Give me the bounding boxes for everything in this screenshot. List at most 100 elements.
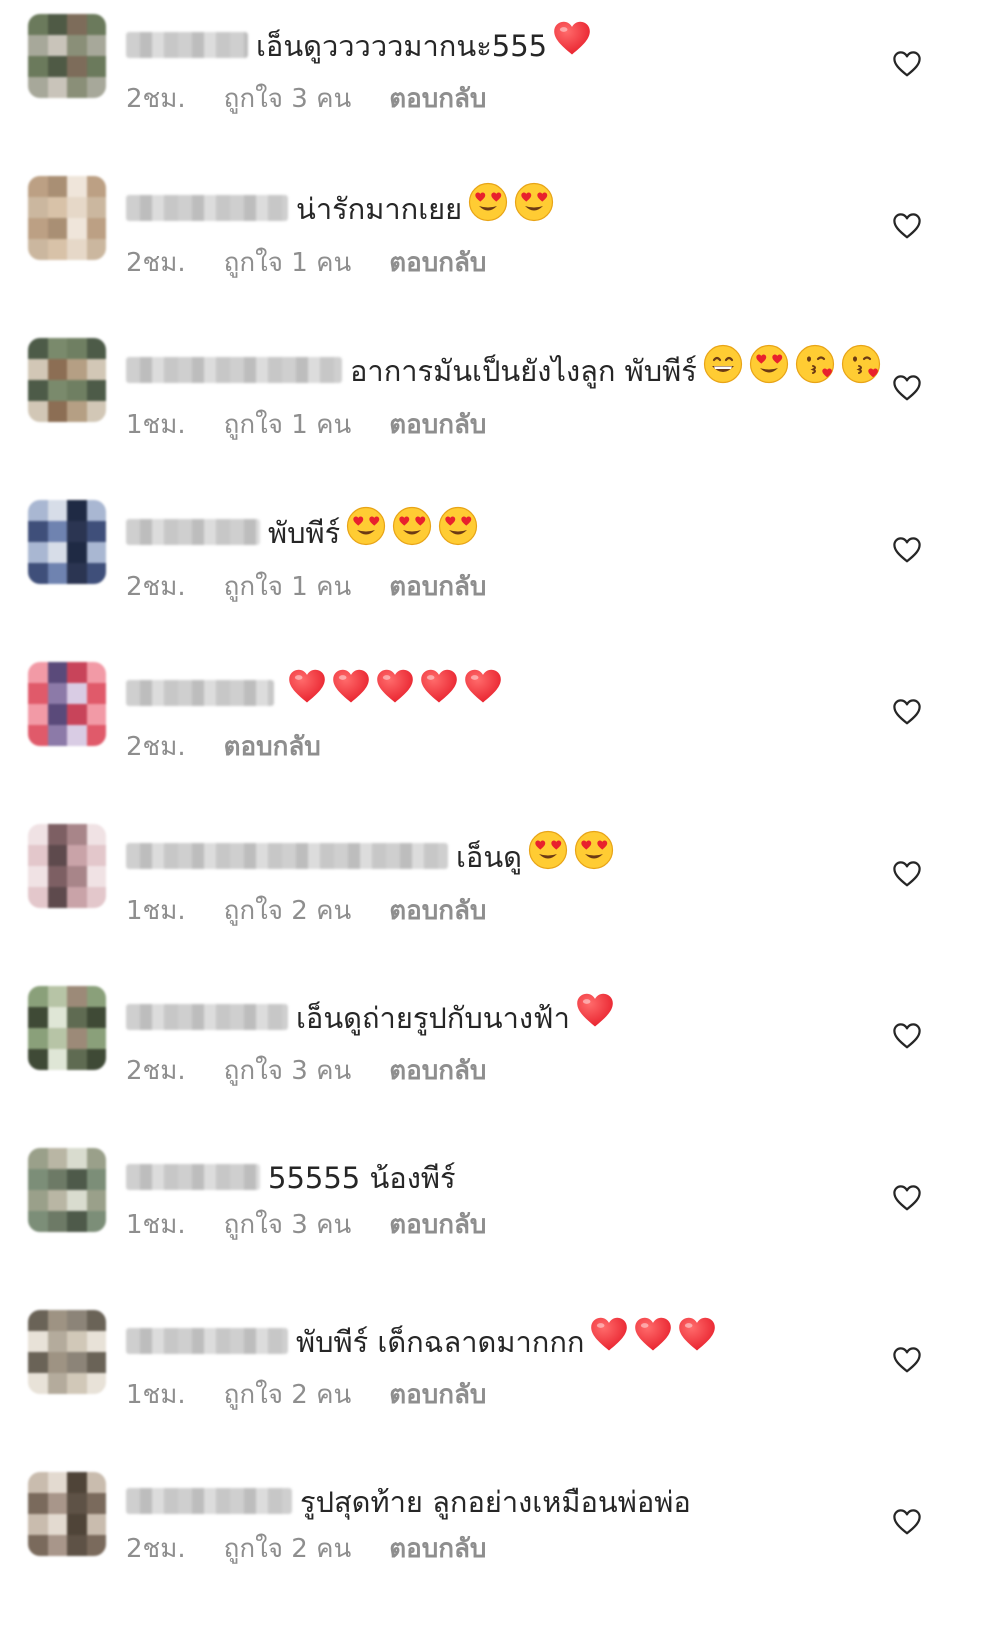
kiss-emoji-icon <box>841 344 881 394</box>
username-blurred[interactable] <box>126 32 248 58</box>
comment-body: อาการมันเป็นยังไงลูก พับพีร์ <box>126 334 918 398</box>
red-heart-emoji-icon <box>464 668 502 716</box>
comment-row: พับพีร์ 2ชม. ถูกใจ 1 คน ตอบกลับ <box>0 496 1008 658</box>
heart-eyes-emoji-icon <box>514 182 554 232</box>
like-heart-icon[interactable] <box>892 374 922 402</box>
comment-time: 2ชม. <box>126 732 186 762</box>
red-heart-emoji-icon <box>576 992 614 1040</box>
comment-text: อาการมันเป็นยังไงลูก พับพีร์ <box>350 354 697 388</box>
like-heart-icon[interactable] <box>892 536 922 564</box>
comment-time: 2ชม. <box>126 84 186 114</box>
comment-list: เอ็นดูวววววมากนะ555 2ชม. ถูกใจ 3 คน ตอบกลับ… <box>0 0 1008 1626</box>
comment-time: 2ชม. <box>126 1056 186 1086</box>
like-count-link[interactable]: ถูกใจ 1 คน <box>224 410 352 440</box>
comment-row: 2ชม. ตอบกลับ <box>0 658 1008 820</box>
avatar[interactable] <box>28 14 106 98</box>
like-count-link[interactable]: ถูกใจ 3 คน <box>224 1056 352 1086</box>
heart-eyes-emoji-icon <box>528 830 568 880</box>
username-blurred[interactable] <box>126 1004 288 1030</box>
avatar[interactable] <box>28 176 106 260</box>
comment-text: เอ็นดูถ่ายรูปกับนางฟ้า <box>296 1001 570 1035</box>
comment-body: เอ็นดูถ่ายรูปกับนางฟ้า <box>126 982 918 1044</box>
comment-time: 2ชม. <box>126 248 186 278</box>
comment-time: 1ชม. <box>126 1210 186 1240</box>
reply-button[interactable]: ตอบกลับ <box>389 896 486 926</box>
like-count-link[interactable]: ถูกใจ 1 คน <box>224 248 352 278</box>
red-heart-emoji-icon <box>634 1316 672 1364</box>
red-heart-emoji-icon <box>288 668 326 716</box>
reply-button[interactable]: ตอบกลับ <box>389 1380 486 1410</box>
red-heart-emoji-icon <box>590 1316 628 1364</box>
like-count-link[interactable]: ถูกใจ 2 คน <box>224 896 352 926</box>
reply-button[interactable]: ตอบกลับ <box>389 1210 486 1240</box>
like-heart-icon[interactable] <box>892 50 922 78</box>
like-count-link[interactable]: ถูกใจ 3 คน <box>224 1210 352 1240</box>
comment-body <box>126 658 918 720</box>
heart-eyes-emoji-icon <box>749 344 789 394</box>
comment-body: เอ็นดูวววววมากนะ555 <box>126 10 918 72</box>
avatar[interactable] <box>28 1148 106 1232</box>
comment-row: อาการมันเป็นยังไงลูก พับพีร์ 1ชม. ถูกใจ 1 … <box>0 334 1008 496</box>
comment-body: พับพีร์ เด็กฉลาดมากกก <box>126 1306 918 1368</box>
like-count-link[interactable]: ถูกใจ 3 คน <box>224 84 352 114</box>
username-blurred[interactable] <box>126 1488 292 1514</box>
avatar[interactable] <box>28 1472 106 1556</box>
comment-meta: 2ชม. ถูกใจ 2 คน ตอบกลับ <box>126 1532 918 1566</box>
avatar[interactable] <box>28 662 106 746</box>
like-heart-icon[interactable] <box>892 1184 922 1212</box>
red-heart-emoji-icon <box>332 668 370 716</box>
comment-time: 1ชม. <box>126 896 186 926</box>
comment-text: เอ็นดู <box>456 840 522 874</box>
like-heart-icon[interactable] <box>892 212 922 240</box>
comment-time: 1ชม. <box>126 410 186 440</box>
like-heart-icon[interactable] <box>892 1508 922 1536</box>
comment-body: น่ารักมากเยย <box>126 172 918 236</box>
comment-meta: 1ชม. ถูกใจ 2 คน ตอบกลับ <box>126 894 918 928</box>
comment-meta: 2ชม. ตอบกลับ <box>126 730 918 764</box>
reply-button[interactable]: ตอบกลับ <box>389 1534 486 1564</box>
comment-meta: 2ชม. ถูกใจ 3 คน ตอบกลับ <box>126 1054 918 1088</box>
comment-meta: 1ชม. ถูกใจ 1 คน ตอบกลับ <box>126 408 918 442</box>
comment-meta: 2ชม. ถูกใจ 1 คน ตอบกลับ <box>126 246 918 280</box>
kiss-emoji-icon <box>795 344 835 394</box>
username-blurred[interactable] <box>126 843 448 869</box>
heart-eyes-emoji-icon <box>574 830 614 880</box>
reply-button[interactable]: ตอบกลับ <box>389 410 486 440</box>
comment-text: 55555 น้องพีร์ <box>268 1161 456 1195</box>
username-blurred[interactable] <box>126 357 342 383</box>
like-heart-icon[interactable] <box>892 1346 922 1374</box>
reply-button[interactable]: ตอบกลับ <box>389 248 486 278</box>
username-blurred[interactable] <box>126 519 260 545</box>
comment-time: 1ชม. <box>126 1380 186 1410</box>
comment-meta: 2ชม. ถูกใจ 1 คน ตอบกลับ <box>126 570 918 604</box>
username-blurred[interactable] <box>126 195 288 221</box>
like-count-link[interactable]: ถูกใจ 1 คน <box>224 572 352 602</box>
reply-button[interactable]: ตอบกลับ <box>224 732 321 762</box>
avatar[interactable] <box>28 1310 106 1394</box>
avatar[interactable] <box>28 824 106 908</box>
username-blurred[interactable] <box>126 1328 288 1354</box>
comment-time: 2ชม. <box>126 1534 186 1564</box>
like-heart-icon[interactable] <box>892 860 922 888</box>
reply-button[interactable]: ตอบกลับ <box>389 84 486 114</box>
reply-button[interactable]: ตอบกลับ <box>389 1056 486 1086</box>
comment-body: 55555 น้องพีร์ <box>126 1144 918 1198</box>
username-blurred[interactable] <box>126 680 274 706</box>
like-count-link[interactable]: ถูกใจ 2 คน <box>224 1534 352 1564</box>
comment-body: รูปสุดท้าย ลูกอย่างเหมือนพ่อพ่อ <box>126 1468 918 1522</box>
like-heart-icon[interactable] <box>892 1022 922 1050</box>
red-heart-emoji-icon <box>553 20 591 68</box>
comment-meta: 1ชม. ถูกใจ 3 คน ตอบกลับ <box>126 1208 918 1242</box>
avatar[interactable] <box>28 338 106 422</box>
red-heart-emoji-icon <box>678 1316 716 1364</box>
comment-meta: 2ชม. ถูกใจ 3 คน ตอบกลับ <box>126 82 918 116</box>
username-blurred[interactable] <box>126 1164 260 1190</box>
avatar[interactable] <box>28 500 106 584</box>
reply-button[interactable]: ตอบกลับ <box>389 572 486 602</box>
comment-meta: 1ชม. ถูกใจ 2 คน ตอบกลับ <box>126 1378 918 1412</box>
heart-eyes-emoji-icon <box>346 506 386 556</box>
like-count-link[interactable]: ถูกใจ 2 คน <box>224 1380 352 1410</box>
comment-text: พับพีร์ เด็กฉลาดมากกก <box>296 1325 585 1359</box>
avatar[interactable] <box>28 986 106 1070</box>
like-heart-icon[interactable] <box>892 698 922 726</box>
